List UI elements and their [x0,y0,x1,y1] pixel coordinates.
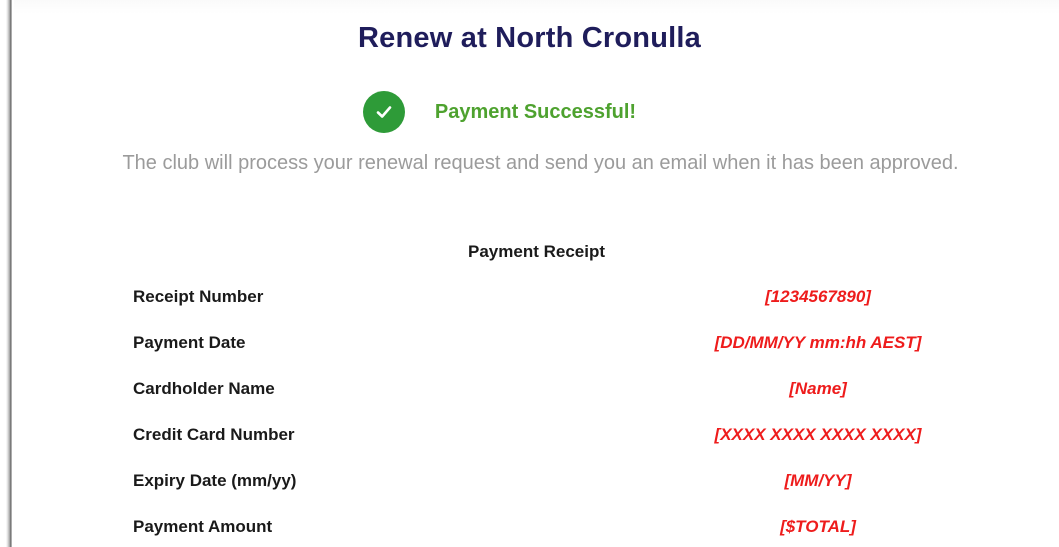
renewal-confirmation-page: Renew at North Cronulla Payment Successf… [0,0,1059,547]
receipt-value: [$TOTAL] [780,517,856,536]
receipt-label: Expiry Date (mm/yy) [133,471,297,490]
page-title: Renew at North Cronulla [358,22,701,54]
receipt-label: Payment Amount [133,517,273,536]
receipt-value: [MM/YY] [784,471,852,490]
receipt-row-payment-date: Payment Date [DD/MM/YY mm:hh AEST] [133,333,1033,379]
receipt-row-expiry-date: Expiry Date (mm/yy) [MM/YY] [133,471,1033,517]
left-border [0,0,14,547]
receipt-row-credit-card-number: Credit Card Number [XXXX XXXX XXXX XXXX] [133,425,1033,471]
status-text: Payment Successful! [434,100,637,123]
receipt-table: Receipt Number [1234567890] Payment Date… [133,287,1033,547]
receipt-label: Cardholder Name [133,379,275,398]
receipt-value: [Name] [789,379,847,398]
receipt-row-cardholder-name: Cardholder Name [Name] [133,379,1033,425]
checkmark-icon [376,106,392,118]
receipt-label: Payment Date [133,333,246,352]
top-shadow [0,0,1059,14]
receipt-title: Payment Receipt [468,242,605,261]
receipt-row-receipt-number: Receipt Number [1234567890] [133,287,1033,333]
check-circle-icon [362,91,405,133]
payment-status: Payment Successful! [0,90,1059,134]
receipt-value: [1234567890] [765,287,871,306]
receipt-label: Credit Card Number [133,425,295,444]
receipt-label: Receipt Number [133,287,264,306]
receipt-value: [DD/MM/YY mm:hh AEST] [714,333,922,352]
receipt-row-payment-amount: Payment Amount [$TOTAL] [133,517,1033,547]
info-message: The club will process your renewal reque… [122,152,959,174]
receipt-value: [XXXX XXXX XXXX XXXX] [714,425,922,444]
